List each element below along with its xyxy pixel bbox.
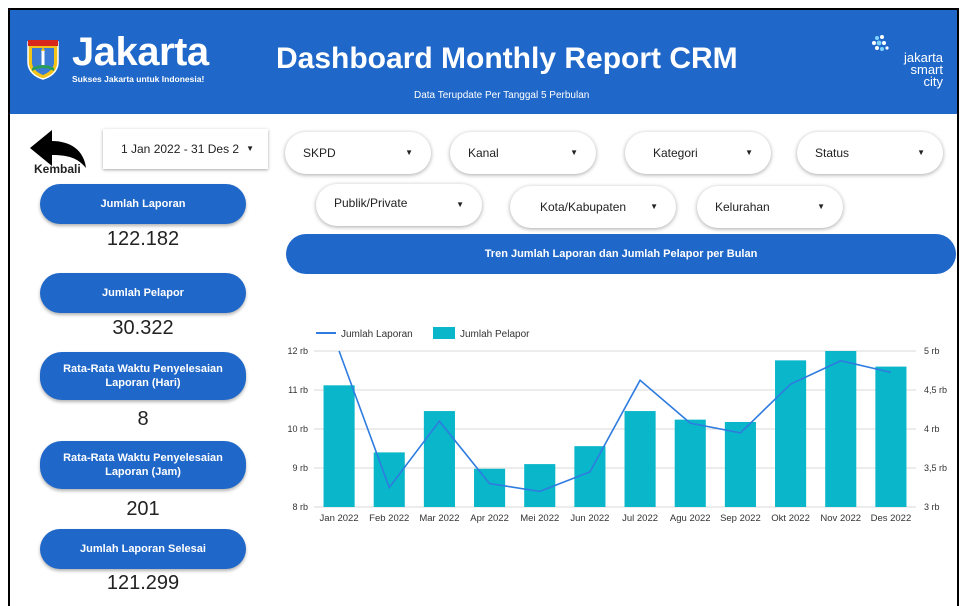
- jakarta-emblem-icon: [27, 40, 59, 80]
- y-left-tick-label: 12 rb: [287, 346, 308, 356]
- caret-down-icon: ▼: [917, 148, 925, 157]
- status-dropdown[interactable]: Status ▼: [797, 132, 943, 174]
- kpi-jumlah-laporan-button[interactable]: Jumlah Laporan: [40, 184, 246, 224]
- chart-bar: [875, 366, 907, 507]
- kpi-rata-rata-jam-value: 201: [126, 498, 160, 520]
- kpi-rata-rata-jam-button[interactable]: Rata-Rata Waktu Penyelesaian Laporan (Ja…: [40, 441, 246, 489]
- y-right-tick-label: 4,5 rb: [924, 385, 947, 395]
- kelurahan-dropdown-label: Kelurahan: [715, 200, 770, 214]
- chart-bar: [775, 360, 807, 507]
- chart-bar: [373, 452, 405, 507]
- kategori-dropdown-label: Kategori: [653, 146, 698, 160]
- chart-bar: [474, 468, 506, 507]
- chart-bar: [423, 411, 455, 507]
- chart-bar: [825, 351, 857, 507]
- kpi-jumlah-pelapor-value: 30.322: [112, 317, 174, 339]
- chart-bar: [724, 421, 756, 507]
- legend-label-jumlah-laporan: Jumlah Laporan: [341, 329, 413, 340]
- caret-down-icon: ▼: [570, 148, 578, 157]
- kpi-rata-rata-hari-button[interactable]: Rata-Rata Waktu Penyelesaian Laporan (Ha…: [40, 352, 246, 400]
- kpi-jumlah-laporan-value: 122.182: [106, 228, 180, 250]
- y-left-tick-label: 8 rb: [292, 502, 308, 512]
- jakarta-logo-wordmark: Jakarta: [72, 30, 209, 74]
- x-tick-label: Nov 2022: [820, 513, 861, 524]
- smart-city-dots-icon: [872, 35, 889, 51]
- kategori-dropdown[interactable]: Kategori ▼: [625, 132, 771, 174]
- y-right-tick-label: 3 rb: [924, 502, 940, 512]
- y-left-tick-label: 10 rb: [287, 424, 308, 434]
- skpd-dropdown[interactable]: SKPD ▼: [285, 132, 431, 174]
- kanal-dropdown-label: Kanal: [468, 146, 499, 160]
- chart-line-jumlah-laporan: [338, 350, 892, 493]
- smart-city-line-3: city: [923, 74, 944, 89]
- date-range-value: 1 Jan 2022 - 31 Des 2: [121, 142, 240, 156]
- kanal-dropdown[interactable]: Kanal ▼: [450, 132, 596, 174]
- kota-kabupaten-dropdown[interactable]: Kota/Kabupaten ▼: [510, 186, 676, 228]
- publik-private-dropdown[interactable]: Publik/Private ▼: [316, 184, 482, 226]
- kpi-rata-rata-hari-value: 8: [137, 408, 149, 430]
- caret-down-icon: ▼: [650, 202, 658, 211]
- x-tick-label: Feb 2022: [369, 513, 409, 524]
- x-tick-label: Jan 2022: [320, 513, 359, 524]
- x-tick-label: Agu 2022: [670, 513, 711, 524]
- y-right-tick-label: 4 rb: [924, 424, 940, 434]
- page-subtitle: Data Terupdate Per Tanggal 5 Perbulan: [414, 90, 590, 101]
- x-tick-label: Jul 2022: [622, 513, 658, 524]
- chart-bar: [674, 419, 706, 507]
- chart-title-banner: Tren Jumlah Laporan dan Jumlah Pelapor p…: [286, 234, 956, 274]
- x-tick-label: Apr 2022: [470, 513, 509, 524]
- legend-label-jumlah-pelapor: Jumlah Pelapor: [460, 329, 530, 340]
- kpi-jumlah-pelapor-button[interactable]: Jumlah Pelapor: [40, 273, 246, 313]
- chart-bar: [624, 411, 656, 507]
- x-tick-label: Des 2022: [871, 513, 912, 524]
- kota-kabupaten-dropdown-label: Kota/Kabupaten: [540, 200, 627, 214]
- jakarta-smart-city-logo: jakarta smart city: [863, 32, 943, 92]
- back-button-label[interactable]: Kembali: [34, 162, 81, 176]
- x-tick-label: Sep 2022: [720, 513, 761, 524]
- caret-down-icon: ▼: [745, 148, 753, 157]
- x-tick-label: Mei 2022: [520, 513, 559, 524]
- kelurahan-dropdown[interactable]: Kelurahan ▼: [697, 186, 843, 228]
- chart-bar: [323, 385, 355, 507]
- x-tick-label: Mar 2022: [419, 513, 459, 524]
- header-banner: Jakarta Sukses Jakarta untuk Indonesia! …: [10, 10, 957, 114]
- y-right-tick-label: 3,5 rb: [924, 463, 947, 473]
- caret-down-icon: ▼: [456, 200, 464, 209]
- chart-bar: [524, 464, 556, 507]
- y-right-tick-label: 5 rb: [924, 346, 940, 356]
- y-left-tick-label: 9 rb: [292, 463, 308, 473]
- kpi-laporan-selesai-button[interactable]: Jumlah Laporan Selesai: [40, 529, 246, 569]
- legend-bar-swatch: [433, 327, 455, 339]
- x-tick-label: Okt 2022: [771, 513, 810, 524]
- y-left-tick-label: 11 rb: [288, 385, 308, 395]
- date-range-filter[interactable]: 1 Jan 2022 - 31 Des 2 ▼: [103, 129, 268, 169]
- page-title: Dashboard Monthly Report CRM: [276, 42, 738, 75]
- publik-private-dropdown-label: Publik/Private: [334, 196, 408, 210]
- jakarta-logo-tagline: Sukses Jakarta untuk Indonesia!: [72, 74, 205, 84]
- caret-down-icon: ▼: [817, 202, 825, 211]
- status-dropdown-label: Status: [815, 146, 850, 160]
- kpi-laporan-selesai-value: 121.299: [106, 572, 180, 594]
- caret-down-icon: ▼: [405, 148, 413, 157]
- trend-chart: 8 rb 9 rb 10 rb 11 rb 12 rb 3 rb 3,5 rb 4 rb 4,5…: [287, 327, 947, 524]
- x-tick-label: Jun 2022: [570, 513, 609, 524]
- skpd-dropdown-label: SKPD: [303, 146, 336, 160]
- caret-down-icon: ▼: [246, 144, 254, 153]
